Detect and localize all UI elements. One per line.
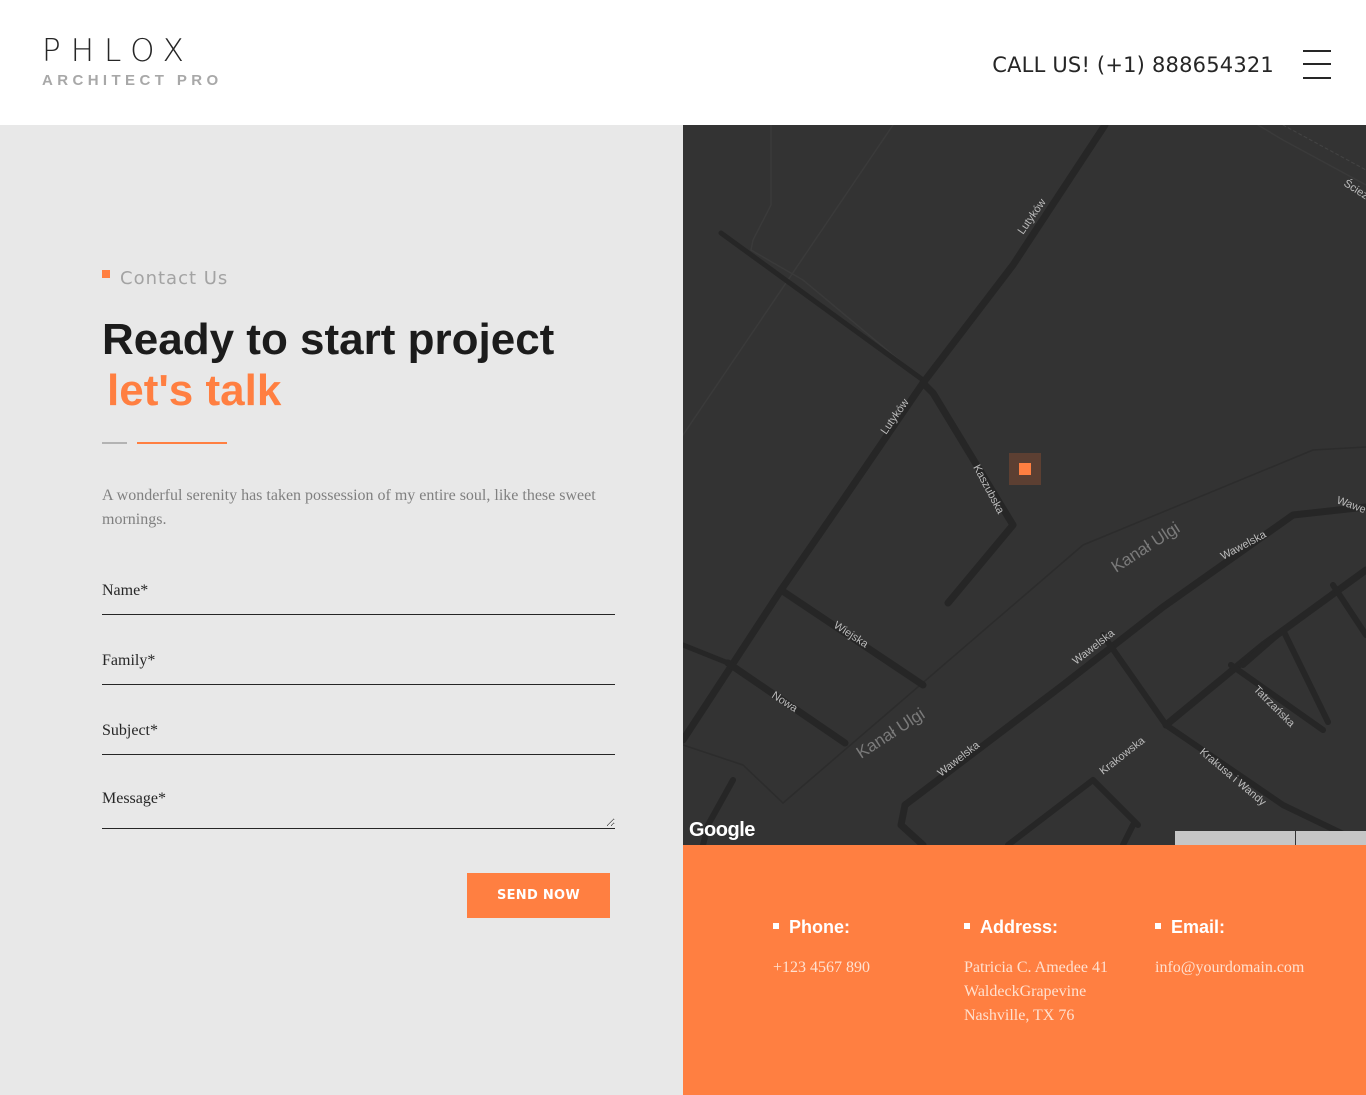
map-pin-icon[interactable]: [1009, 453, 1041, 485]
title-line: Ready to start project: [102, 315, 555, 364]
divider-accent: [137, 442, 227, 444]
street-label: Lutyków: [879, 397, 912, 437]
logo-wordmark: PHLOX: [42, 33, 194, 69]
google-map[interactable]: Lutyków Lutyków Kaszubska Wiejska Nowa W…: [683, 125, 1366, 845]
family-field: [102, 650, 615, 685]
map-terms-link[interactable]: [1296, 831, 1366, 845]
address-title-label: Address:: [980, 917, 1059, 937]
map-canvas: Lutyków Lutyków Kaszubska Wiejska Nowa W…: [683, 125, 1366, 845]
email-title: Email:: [1155, 916, 1304, 938]
menu-icon-bar: [1303, 50, 1331, 52]
street-label: Krakusa i Wandy: [1197, 746, 1268, 809]
phone-title-label: Phone:: [789, 917, 850, 937]
name-input[interactable]: [102, 582, 615, 600]
title-accent: let's talk: [107, 366, 282, 415]
section-eyebrow: Contact Us: [102, 268, 228, 290]
site-header: PHLOX ARCHITECT PRO CALL US! (+1) 888654…: [0, 0, 1366, 125]
phone-number[interactable]: +123 4567 890: [773, 956, 870, 980]
subject-field: [102, 720, 615, 755]
phone-title: Phone:: [773, 916, 870, 938]
menu-icon-bar: [1303, 63, 1331, 65]
square-bullet-icon: [964, 923, 970, 930]
google-logo[interactable]: Google: [689, 819, 755, 842]
address-line: Nashville, TX 76: [964, 1007, 1075, 1024]
menu-icon-bar: [1303, 77, 1331, 79]
name-field: [102, 580, 615, 615]
street-label: Ściez: [1341, 177, 1366, 203]
address-block: Address: Patricia C. Amedee 41 WaldeckGr…: [964, 916, 1108, 1028]
address-text: Patricia C. Amedee 41 WaldeckGrapevine N…: [964, 956, 1108, 1028]
email-block: Email: info@yourdomain.com: [1155, 916, 1304, 980]
eyebrow-label: Contact Us: [120, 268, 229, 289]
message-field: [102, 789, 615, 829]
phone-block: Phone: +123 4567 890: [773, 916, 870, 980]
email-title-label: Email:: [1171, 917, 1226, 937]
address-line: Patricia C. Amedee 41: [964, 959, 1108, 976]
street-label: Krakowska: [1097, 734, 1147, 777]
address-title: Address:: [964, 916, 1108, 938]
square-bullet-icon: [773, 923, 779, 930]
subject-input[interactable]: [102, 722, 615, 740]
send-now-button[interactable]: SEND NOW: [467, 873, 610, 918]
address-line: WaldeckGrapevine: [964, 983, 1087, 1000]
logo[interactable]: PHLOX ARCHITECT PRO: [42, 33, 223, 90]
map-attribution[interactable]: [1175, 831, 1295, 845]
family-input[interactable]: [102, 652, 615, 670]
street-label: Wawelska: [935, 739, 982, 780]
page-title: Ready to start project let's talk: [102, 314, 554, 416]
divider-short: [102, 442, 127, 444]
call-us-link[interactable]: CALL US! (+1) 888654321: [992, 51, 1274, 79]
contact-info-panel: Phone: +123 4567 890 Address: Patricia C…: [683, 845, 1366, 1095]
contact-panel: Contact Us Ready to start project let's …: [0, 125, 683, 1095]
street-label: Kaszubska: [970, 463, 1006, 517]
logo-tagline: ARCHITECT PRO: [42, 72, 223, 89]
menu-icon[interactable]: [1303, 50, 1331, 80]
lead-text: A wonderful serenity has taken possessio…: [102, 487, 596, 528]
square-bullet-icon: [1155, 923, 1161, 930]
square-bullet-icon: [102, 270, 110, 278]
street-label: Wawelska: [1219, 528, 1269, 562]
message-textarea[interactable]: [102, 789, 615, 827]
email-link[interactable]: info@yourdomain.com: [1155, 956, 1304, 980]
street-label: Wiejska: [831, 619, 871, 651]
canal-label: Kanał Ulgi: [1108, 518, 1183, 576]
